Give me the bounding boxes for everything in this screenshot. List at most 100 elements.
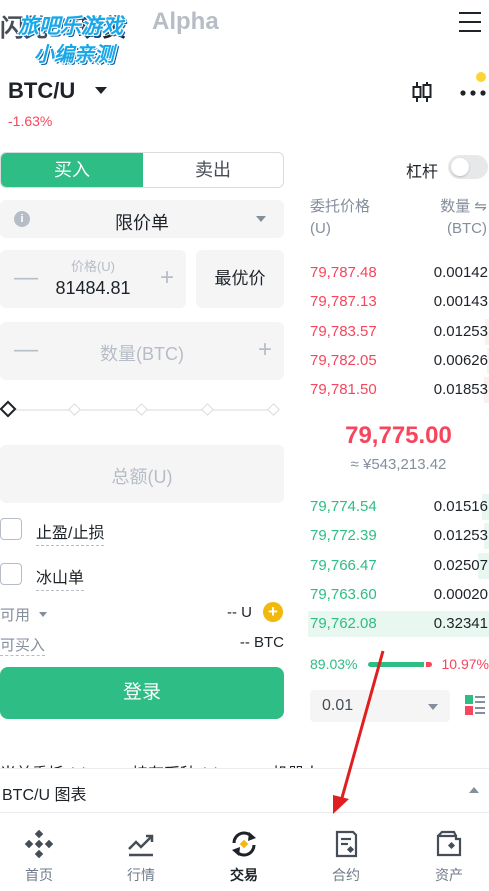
- price-value[interactable]: 81484.81: [0, 278, 186, 299]
- bid-qty: 0.01253: [433, 527, 488, 545]
- ask-qty: 0.00142: [433, 264, 488, 281]
- bid-price[interactable]: 79,772.39: [310, 527, 377, 544]
- qty-header-unit: (BTC): [447, 220, 487, 237]
- price-label: 价格(U): [70, 259, 116, 274]
- buy-tab[interactable]: 买入: [1, 153, 143, 187]
- tab-alpha[interactable]: Alpha: [152, 8, 219, 36]
- ask-row[interactable]: 79,781.50 0.01853: [308, 375, 489, 405]
- caret-up-icon[interactable]: [469, 787, 479, 793]
- bid-qty: 0.00020: [433, 585, 488, 603]
- slider-stop-75[interactable]: [201, 403, 214, 416]
- available-caret-icon[interactable]: [39, 612, 47, 617]
- price-header-unit: (U): [310, 220, 331, 237]
- qty-header-label: 数量: [440, 198, 471, 215]
- tp-sl-checkbox[interactable]: [0, 518, 22, 540]
- tab-convert[interactable]: 闪兑: [0, 8, 48, 43]
- tp-sl-label[interactable]: 止盈/止损: [36, 519, 105, 546]
- buy-sell-toggle: 买入 卖出: [0, 152, 284, 188]
- swap-icon[interactable]: ⇋: [474, 198, 487, 215]
- nav-assets-label: 资产: [435, 867, 463, 883]
- order-book-price-header: 委托价格 (U): [310, 196, 370, 240]
- last-price[interactable]: 79,775.00: [308, 422, 489, 450]
- ask-price[interactable]: 79,787.48: [310, 264, 377, 281]
- chart-label: BTC/U 图表: [2, 787, 87, 804]
- ask-price[interactable]: 79,787.13: [310, 293, 377, 310]
- order-type-label: 限价单: [115, 213, 169, 233]
- ask-row[interactable]: 79,787.13 0.00143: [308, 287, 489, 317]
- futures-icon: [335, 830, 358, 858]
- ask-row[interactable]: 79,783.57 0.01253: [308, 317, 489, 347]
- ask-price[interactable]: 79,782.05: [310, 352, 377, 369]
- buy-sell-ratio: 89.03% 10.97%: [310, 654, 489, 674]
- price-increase-button[interactable]: +: [160, 264, 174, 292]
- pair-dropdown-icon[interactable]: [95, 87, 107, 94]
- nav-assets[interactable]: 资产: [400, 813, 489, 891]
- tp-sl-option[interactable]: 止盈/止损: [0, 517, 200, 546]
- sell-ratio-bar: [426, 662, 432, 667]
- tab-spot[interactable]: 现货: [78, 8, 126, 43]
- amount-slider[interactable]: [0, 400, 284, 420]
- notification-dot: [476, 72, 486, 82]
- bid-price[interactable]: 79,774.54: [310, 498, 377, 515]
- caret-down-icon: [428, 704, 438, 710]
- bid-price[interactable]: 79,762.08: [310, 615, 377, 632]
- iceberg-checkbox[interactable]: [0, 563, 22, 585]
- ask-row[interactable]: 79,782.05 0.00626: [308, 346, 489, 376]
- precision-value: 0.01: [322, 697, 354, 714]
- slider-stop-50[interactable]: [135, 403, 148, 416]
- sell-tab[interactable]: 卖出: [143, 153, 283, 187]
- deposit-plus-icon[interactable]: +: [263, 602, 283, 622]
- bid-price[interactable]: 79,763.60: [310, 586, 377, 603]
- bid-row[interactable]: 79,763.60 0.00020: [308, 580, 489, 610]
- order-book-qty-header[interactable]: 数量 ⇋ (BTC): [440, 196, 487, 240]
- leverage-toggle[interactable]: [448, 155, 488, 179]
- bid-price[interactable]: 79,766.47: [310, 557, 377, 574]
- available-row: 可用 -- U +: [0, 602, 284, 624]
- toggle-knob: [451, 158, 469, 176]
- bid-row[interactable]: 79,774.54 0.01516: [308, 492, 489, 522]
- menu-icon[interactable]: [459, 12, 481, 32]
- available-label[interactable]: 可用: [0, 604, 30, 625]
- slider-handle[interactable]: [0, 400, 17, 418]
- ask-price[interactable]: 79,783.57: [310, 323, 377, 340]
- leverage-label: 杠杆: [406, 164, 439, 181]
- order-type-select[interactable]: i 限价单: [0, 200, 284, 238]
- iceberg-label[interactable]: 冰山单: [36, 564, 85, 591]
- more-icon[interactable]: [460, 90, 486, 96]
- bid-row[interactable]: 79,772.39 0.01253: [308, 521, 489, 551]
- buyable-value: -- BTC: [239, 634, 284, 651]
- slider-stop-100[interactable]: [267, 403, 280, 416]
- best-price-button[interactable]: 最优价: [196, 250, 284, 308]
- quantity-input[interactable]: — 数量(BTC) +: [0, 322, 284, 380]
- quantity-increase-button[interactable]: +: [258, 336, 272, 364]
- pair-symbol[interactable]: BTC/U: [8, 78, 75, 104]
- sell-ratio: 10.97%: [441, 656, 489, 672]
- book-layout-icon[interactable]: [464, 694, 486, 716]
- precision-select[interactable]: 0.01: [310, 690, 450, 722]
- total-input[interactable]: 总额(U): [0, 445, 284, 503]
- chart-drawer[interactable]: BTC/U 图表: [0, 768, 489, 812]
- bid-row[interactable]: 79,762.08 0.32341: [308, 609, 489, 639]
- nav-futures[interactable]: 合约: [297, 813, 395, 891]
- nav-markets[interactable]: 行情: [92, 813, 190, 891]
- top-tabs: 闪兑 现货 Alpha 旅吧乐游戏 小编亲测: [0, 0, 489, 66]
- ask-qty: 0.00143: [433, 293, 488, 311]
- pair-change: -1.63%: [8, 113, 53, 129]
- trade-icon: [232, 831, 256, 857]
- iceberg-option[interactable]: 冰山单: [0, 562, 200, 591]
- nav-trade[interactable]: 交易: [195, 813, 293, 891]
- ask-price[interactable]: 79,781.50: [310, 381, 377, 398]
- slider-stop-25[interactable]: [68, 403, 81, 416]
- nav-futures-label: 合约: [332, 867, 360, 883]
- bid-qty: 0.32341: [433, 615, 488, 633]
- login-button[interactable]: 登录: [0, 667, 284, 719]
- bid-row[interactable]: 79,766.47 0.02507: [308, 551, 489, 581]
- ask-row[interactable]: 79,787.48 0.00142: [308, 258, 489, 288]
- candlestick-icon[interactable]: [410, 80, 434, 104]
- nav-home[interactable]: 首页: [0, 813, 88, 891]
- price-header-label: 委托价格: [310, 198, 371, 215]
- nav-home-label: 首页: [25, 867, 53, 883]
- available-value: -- U: [227, 604, 252, 621]
- buyable-row: 可买入 -- BTC: [0, 632, 284, 656]
- price-input[interactable]: — 价格(U) 81484.81 +: [0, 250, 186, 308]
